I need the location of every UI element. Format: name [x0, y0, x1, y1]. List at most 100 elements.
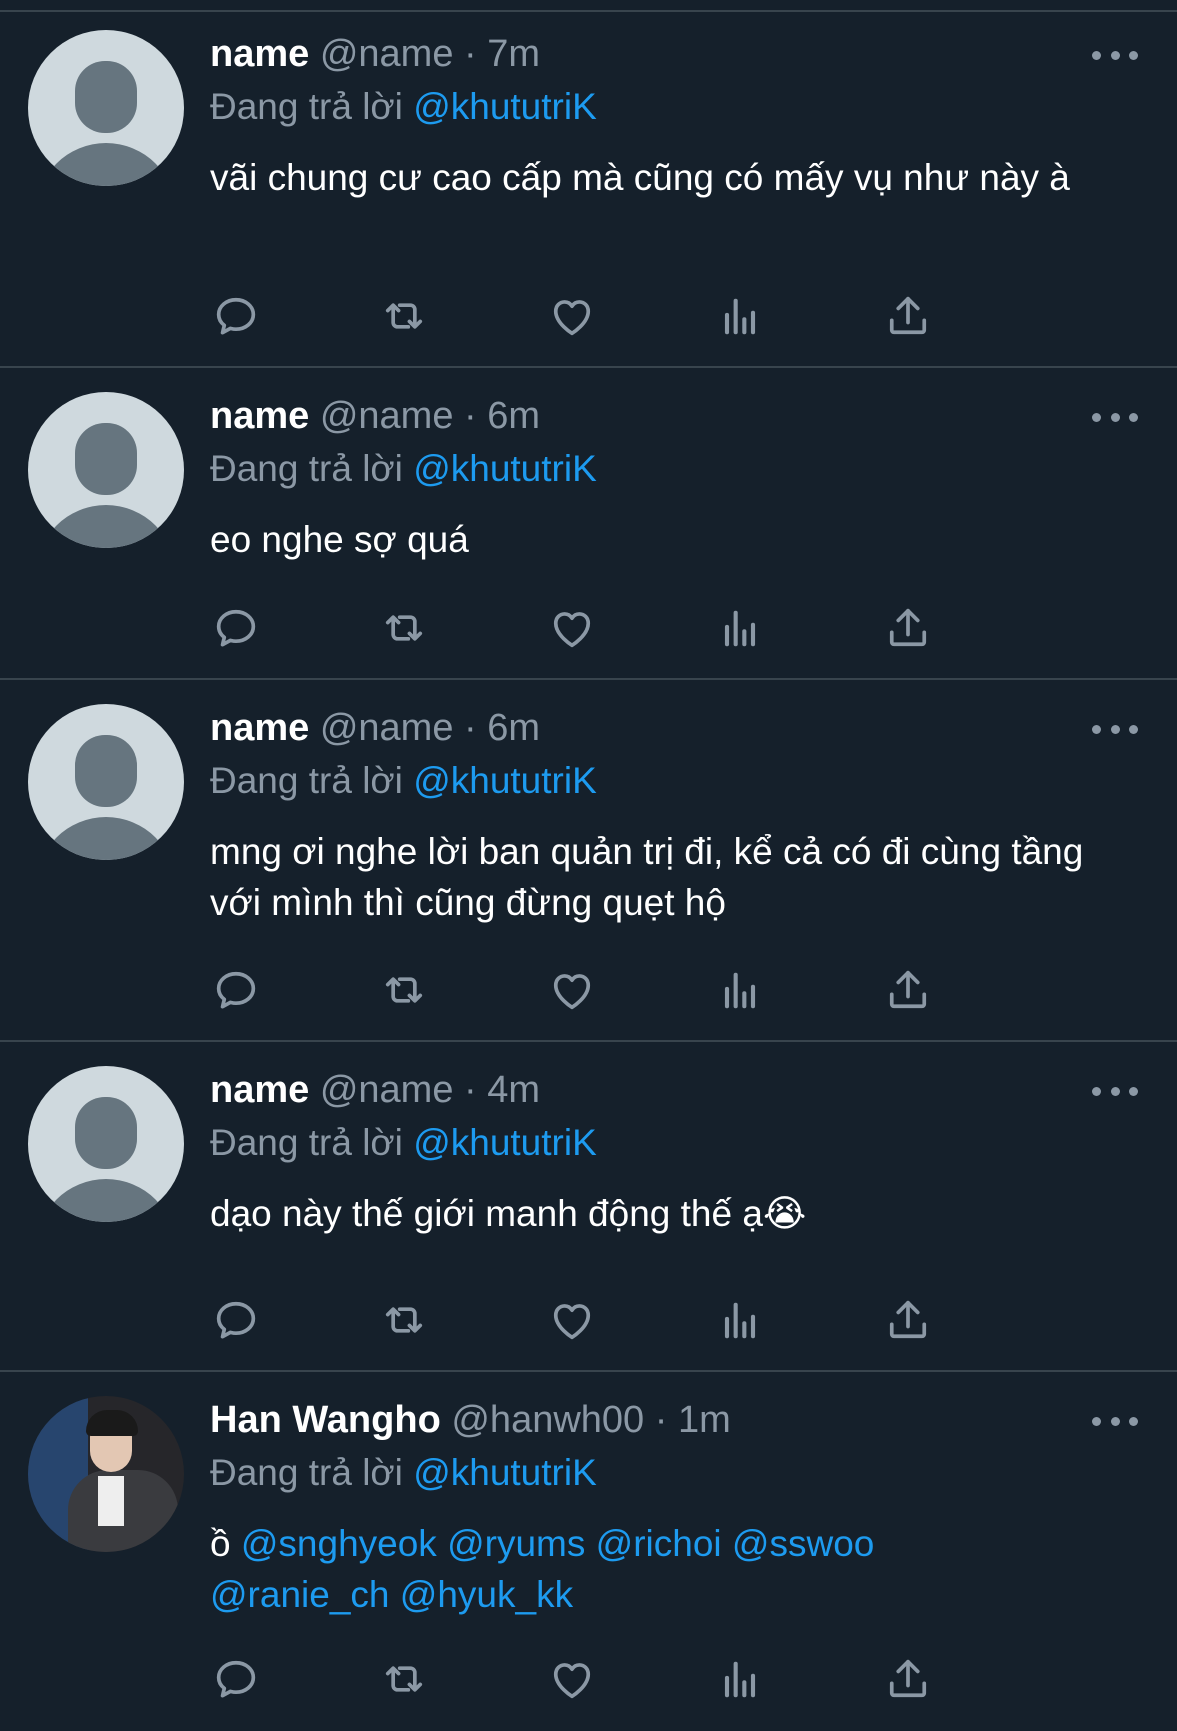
retweet-button[interactable] [378, 964, 430, 1016]
handle[interactable]: @name [320, 707, 454, 749]
like-button[interactable] [546, 1653, 598, 1705]
share-button[interactable] [882, 1294, 934, 1346]
default-avatar-head [75, 1097, 137, 1169]
separator: · [654, 1399, 668, 1441]
reply-to-mention[interactable]: @khututriK [413, 760, 597, 801]
more-icon[interactable] [1092, 721, 1138, 737]
tweet[interactable]: name @name · 6m Đang trả lời @khututriK … [0, 368, 1177, 680]
action-bar [210, 1653, 1050, 1705]
tweet[interactable]: name @name · 4m Đang trả lời @khututriK … [0, 1042, 1177, 1372]
display-name[interactable]: Han Wangho [210, 1399, 441, 1441]
retweet-button[interactable] [378, 290, 430, 342]
more-icon[interactable] [1092, 47, 1138, 63]
views-button[interactable] [714, 964, 766, 1016]
tweet[interactable]: name @name · 6m Đang trả lời @khututriK … [0, 680, 1177, 1042]
tweet[interactable]: Han Wangho @hanwh00 · 1m Đang trả lời @k… [0, 1372, 1177, 1731]
more-icon[interactable] [1092, 1083, 1138, 1099]
separator: · [464, 395, 477, 437]
like-button[interactable] [546, 602, 598, 654]
tweet-header: Han Wangho @hanwh00 · 1m [210, 1398, 731, 1442]
tweet-text: eo nghe sợ quá [210, 519, 469, 560]
views-button[interactable] [714, 1294, 766, 1346]
avatar[interactable] [28, 1396, 184, 1552]
share-button[interactable] [882, 1653, 934, 1705]
like-button[interactable] [546, 964, 598, 1016]
tweet-text: mng ơi nghe lời ban quản trị đi, kể cả c… [210, 831, 1084, 923]
display-name[interactable]: name [210, 33, 309, 75]
views-button[interactable] [714, 1653, 766, 1705]
heart-icon [546, 1653, 598, 1705]
reply-to-mention[interactable]: @khututriK [413, 1122, 597, 1163]
tweet-text: ồ @snghyeok @ryums @richoi @sswoo @ranie… [210, 1518, 1130, 1620]
display-name[interactable]: name [210, 707, 309, 749]
separator: · [464, 707, 477, 749]
avatar[interactable] [28, 392, 184, 548]
display-name[interactable]: name [210, 1069, 309, 1111]
separator: · [464, 1069, 477, 1111]
share-button[interactable] [882, 602, 934, 654]
tweet-header: name @name · 7m [210, 32, 540, 76]
tweet-text: dạo này thế giới manh động thế ạ😭 [210, 1188, 1130, 1239]
photo-shirt [98, 1476, 124, 1526]
share-button[interactable] [882, 964, 934, 1016]
reply-button[interactable] [210, 1653, 262, 1705]
more-icon[interactable] [1092, 1413, 1138, 1429]
views-button[interactable] [714, 290, 766, 342]
mention[interactable]: @ryums [447, 1523, 585, 1564]
mention[interactable]: @hyuk_kk [400, 1574, 573, 1615]
handle[interactable]: @name [320, 395, 454, 437]
avatar[interactable] [28, 704, 184, 860]
mention[interactable]: @ranie_ch [210, 1574, 390, 1615]
retweet-icon [378, 602, 430, 654]
views-button[interactable] [714, 602, 766, 654]
tweet-text-body: dạo này thế giới manh động thế ạ [210, 1193, 763, 1234]
tweet-text-body: ồ [210, 1523, 231, 1564]
mention[interactable]: @richoi [596, 1523, 722, 1564]
like-button[interactable] [546, 290, 598, 342]
heart-icon [546, 602, 598, 654]
more-icon[interactable] [1092, 409, 1138, 425]
avatar[interactable] [28, 30, 184, 186]
handle[interactable]: @name [320, 1069, 454, 1111]
reply-to-mention[interactable]: @khututriK [413, 448, 597, 489]
reply-icon [210, 964, 262, 1016]
timestamp[interactable]: 6m [487, 707, 540, 749]
replying-to-label: Đang trả lời [210, 1122, 403, 1163]
handle[interactable]: @hanwh00 [451, 1399, 644, 1441]
share-button[interactable] [882, 290, 934, 342]
timestamp[interactable]: 6m [487, 395, 540, 437]
share-icon [882, 964, 934, 1016]
reply-to-mention[interactable]: @khututriK [413, 1452, 597, 1493]
like-button[interactable] [546, 1294, 598, 1346]
action-bar [210, 964, 1050, 1016]
share-icon [882, 602, 934, 654]
reply-to-mention[interactable]: @khututriK [413, 86, 597, 127]
display-name[interactable]: name [210, 395, 309, 437]
reply-button[interactable] [210, 602, 262, 654]
timestamp[interactable]: 4m [487, 1069, 540, 1111]
avatar[interactable] [28, 1066, 184, 1222]
mention[interactable]: @sswoo [732, 1523, 874, 1564]
replying-to-label: Đang trả lời [210, 448, 403, 489]
reply-button[interactable] [210, 1294, 262, 1346]
retweet-icon [378, 964, 430, 1016]
reply-button[interactable] [210, 290, 262, 342]
photo-hair [86, 1410, 138, 1436]
heart-icon [546, 964, 598, 1016]
views-icon [714, 1653, 766, 1705]
default-avatar-body [36, 1179, 176, 1222]
mention[interactable]: @snghyeok [241, 1523, 437, 1564]
tweet-text: vãi chung cư cao cấp mà cũng có mấy vụ n… [210, 157, 1070, 198]
timestamp[interactable]: 1m [678, 1399, 731, 1441]
reply-icon [210, 1294, 262, 1346]
loudly-crying-emoji: 😭 [762, 1193, 807, 1234]
share-icon [882, 1294, 934, 1346]
retweet-button[interactable] [378, 602, 430, 654]
retweet-button[interactable] [378, 1653, 430, 1705]
timestamp[interactable]: 7m [487, 33, 540, 75]
replying-to: Đang trả lời @khututriK [210, 1120, 597, 1166]
tweet[interactable]: name @name · 7m Đang trả lời @khututriK … [0, 12, 1177, 368]
retweet-button[interactable] [378, 1294, 430, 1346]
reply-button[interactable] [210, 964, 262, 1016]
handle[interactable]: @name [320, 33, 454, 75]
